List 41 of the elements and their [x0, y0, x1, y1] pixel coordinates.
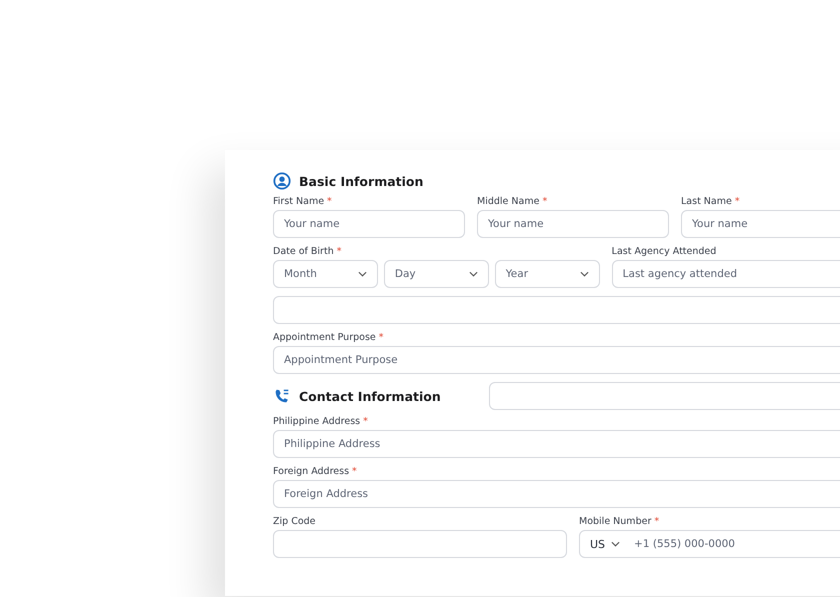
- required-asterisk: *: [352, 466, 357, 477]
- input-field[interactable]: Your name: [273, 210, 465, 238]
- field-label: Middle Name: [477, 196, 540, 207]
- chevron-icon: [468, 271, 478, 277]
- section-title: Contact Information: [299, 388, 441, 404]
- phone-icon: [273, 387, 291, 405]
- field-label: Date of Birth: [273, 246, 334, 257]
- dropdown[interactable]: Month: [273, 260, 378, 288]
- input-field[interactable]: Appointment Purpose: [273, 346, 840, 374]
- field-label: First Name: [273, 196, 324, 207]
- field-label: Zip Code: [273, 516, 316, 527]
- field-label: Philippine Address: [273, 416, 360, 427]
- required-asterisk: *: [378, 332, 384, 343]
- input-field[interactable]: [273, 530, 567, 558]
- required-asterisk: *: [734, 196, 740, 207]
- phone-number-input[interactable]: +1 (555) 000-0000: [634, 538, 840, 550]
- user-icon: [273, 172, 291, 190]
- field-label: Last Name: [681, 196, 732, 207]
- input-field[interactable]: Philippine Address: [273, 430, 840, 458]
- required-asterisk: *: [336, 246, 342, 257]
- input-field[interactable]: Last agency attended: [612, 260, 840, 288]
- required-asterisk: *: [542, 196, 548, 207]
- field-label: Last Agency Attended: [612, 246, 716, 257]
- section-title: Basic Information: [299, 174, 424, 188]
- input-field[interactable]: [488, 382, 840, 410]
- required-asterisk: *: [327, 196, 332, 207]
- input-field[interactable]: Your name: [681, 210, 840, 238]
- chevron-icon: [580, 271, 589, 277]
- chevron-icon: [358, 271, 367, 277]
- input-field[interactable]: Foreign Address: [273, 480, 840, 508]
- chevron-icon: [611, 541, 620, 547]
- field-label: Appointment Purpose: [273, 332, 376, 343]
- phone-field[interactable]: US +1 (555) 000-0000: [579, 530, 840, 558]
- dropdown[interactable]: Day: [384, 260, 489, 288]
- field-label: Mobile Number: [579, 516, 652, 527]
- dropdown[interactable]: Year: [494, 260, 600, 288]
- input-field[interactable]: Your name: [477, 210, 669, 238]
- required-asterisk: *: [363, 416, 368, 427]
- dropdown[interactable]: [273, 296, 840, 324]
- field-label: Foreign Address: [273, 466, 350, 477]
- required-asterisk: *: [654, 516, 660, 527]
